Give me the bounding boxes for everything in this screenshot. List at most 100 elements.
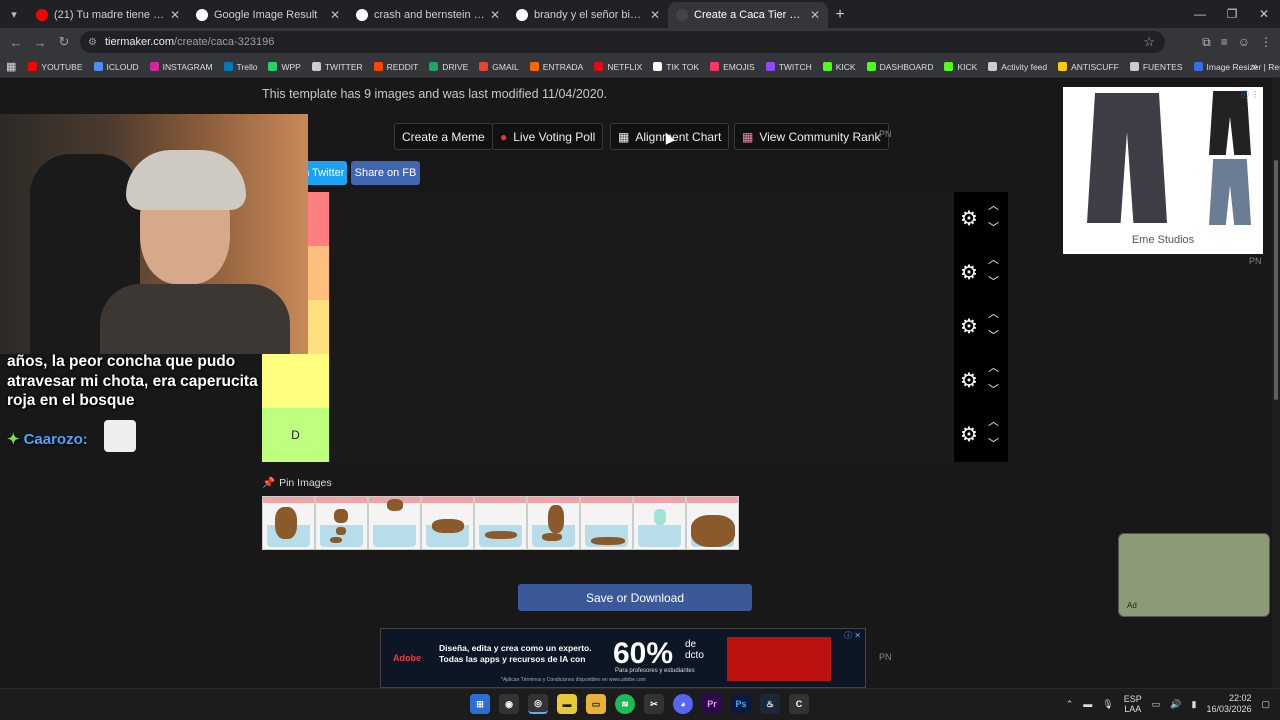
tier-item-image[interactable] [262,496,315,550]
bookmark-item[interactable]: ICLOUD [93,62,139,72]
capcut-icon[interactable]: ✂ [644,694,664,714]
tier-item-image[interactable] [580,496,633,550]
gear-icon[interactable]: ⚙ [960,260,978,285]
tab-close-icon[interactable]: ✕ [170,8,180,22]
tier-item-image[interactable] [421,496,474,550]
apps-icon[interactable]: ▦ [6,60,16,73]
profile-icon[interactable]: ☺ [1238,35,1250,50]
steam-icon[interactable]: ♨ [760,694,780,714]
page-scrollbar[interactable] [1272,78,1280,688]
bookmark-item[interactable]: GMAIL [479,62,519,72]
tier-item-image[interactable] [368,496,421,550]
tab-search-icon[interactable]: ▾ [0,0,28,28]
url-input[interactable]: ⚙ tiermaker.com/create/caca-323196 ☆ [80,31,1165,53]
community-rank-button[interactable]: ▦ View Community Rank [734,123,889,150]
tier-drop-zone[interactable] [329,192,954,246]
clock[interactable]: 22:02 16/03/2026 [1206,693,1251,715]
bookmark-item[interactable]: Activity feed [988,62,1047,72]
spotify-icon[interactable]: ≋ [615,694,635,714]
tier-item-image[interactable] [686,496,739,550]
bookmark-item[interactable]: INSTAGRAM [149,62,213,72]
tier-item-image[interactable] [633,496,686,550]
browser-tab[interactable]: (21) Tu madre tiene una polla - ✕ [28,2,188,28]
ad-choices-icon[interactable]: ⓘ ⋮ [1241,89,1259,100]
extensions-icon[interactable]: ⧉ [1202,35,1211,50]
share-fb-button[interactable]: Share on FB [351,161,420,185]
more-bookmarks-icon[interactable]: » [1252,61,1258,73]
reload-icon[interactable]: ↻ [52,34,76,50]
scrollbar-thumb[interactable] [1274,160,1278,400]
back-icon[interactable]: ← [4,35,28,50]
flag-icon[interactable]: ▬ [1083,699,1092,709]
bookmark-star-icon[interactable]: ☆ [1143,34,1155,50]
chevron-down-icon[interactable]: ﹀ [988,327,999,343]
live-voting-button[interactable]: ● Live Voting Poll [492,123,604,150]
chevron-up-icon[interactable]: ︿ [988,305,999,321]
gear-icon[interactable]: ⚙ [960,314,978,339]
obs-icon[interactable]: ◉ [499,694,519,714]
minimize-icon[interactable]: — [1184,0,1216,28]
browser-tab[interactable]: crash and bernstein - Buscar co ✕ [348,2,508,28]
browser-tab[interactable]: brandy y el señor bigotes - Busc ✕ [508,2,668,28]
chevron-down-icon[interactable]: ﹀ [988,381,999,397]
folder-icon[interactable]: ▭ [586,694,606,714]
bookmark-item[interactable]: Trello [223,62,257,72]
chevron-down-icon[interactable]: ﹀ [988,435,999,451]
discord-icon[interactable]: ◕ [673,694,693,714]
tier-item-image[interactable] [315,496,368,550]
tab-close-icon[interactable]: ✕ [490,8,500,22]
tier-drop-zone[interactable] [329,300,954,354]
pin-images-toggle[interactable]: 📌 Pin Images [262,476,332,489]
save-download-button[interactable]: Save or Download [518,584,752,611]
menu-icon[interactable]: ⋮ [1260,35,1272,50]
chevron-up-icon[interactable]: ︿ [988,251,999,267]
chevron-up-icon[interactable]: ︿ [988,413,999,429]
bookmark-item[interactable]: WPP [268,62,301,72]
photoshop-icon[interactable]: Ps [731,694,751,714]
mini-video-ad[interactable]: Ad [1118,533,1270,617]
bookmark-item[interactable]: TWITTER [311,62,363,72]
chevron-up-icon[interactable]: ︿ [988,197,999,213]
ad-bottom[interactable]: Adobe Diseña, edita y crea como un exper… [380,628,866,688]
gear-icon[interactable]: ⚙ [960,422,978,447]
tier-drop-zone[interactable] [329,354,954,408]
bookmark-item[interactable]: ANTISCUFF [1058,62,1119,72]
tier-item-image[interactable] [474,496,527,550]
language-indicator[interactable]: ESP LAA [1124,694,1142,714]
gear-icon[interactable]: ⚙ [960,368,978,393]
tab-close-icon[interactable]: ✕ [810,8,820,22]
ccleaner-icon[interactable]: C [789,694,809,714]
browser-tab[interactable]: Google Image Result ✕ [188,2,348,28]
chevron-down-icon[interactable]: ﹀ [988,273,999,289]
tier-label[interactable]: D [262,408,329,462]
battery-icon[interactable]: ▮ [1191,699,1196,710]
tier-item-image[interactable] [527,496,580,550]
bookmark-item[interactable]: Image Resizer | Resi... [1193,62,1280,72]
bookmark-item[interactable]: ENTRADA [529,62,583,72]
create-meme-button[interactable]: Create a Meme [394,123,493,150]
bookmark-item[interactable]: NETFLIX [594,62,642,72]
chevron-up-icon[interactable]: ︿ [988,359,999,375]
ad-right[interactable]: ⓘ ⋮ Eme Studios [1063,87,1263,254]
bookmark-item[interactable]: DRIVE [429,62,468,72]
bookmark-item[interactable]: YOUTUBE [28,62,83,72]
bookmark-item[interactable]: REDDIT [373,62,418,72]
bookmark-item[interactable]: KICK [822,62,856,72]
bookmark-item[interactable]: TIK TOK [653,62,699,72]
media-icon[interactable]: ≡ [1221,35,1228,50]
network-icon[interactable]: ▭ [1152,699,1161,710]
ad-bottom-choices-icon[interactable]: ⓘ ✕ [844,630,861,641]
bookmark-item[interactable]: FUENTES [1129,62,1183,72]
tray-overflow-icon[interactable]: ⌃ [1066,699,1074,710]
premiere-icon[interactable]: Pr [702,694,722,714]
gear-icon[interactable]: ⚙ [960,206,978,231]
chevron-down-icon[interactable]: ﹀ [988,219,999,235]
mic-icon[interactable]: 🎙 [1102,699,1113,710]
bookmark-item[interactable]: EMOJIS [710,62,755,72]
tab-close-icon[interactable]: ✕ [330,8,340,22]
site-info-icon[interactable]: ⚙ [88,37,97,48]
volume-icon[interactable]: 🔊 [1170,699,1181,710]
bookmark-item[interactable]: TWITCH [765,62,812,72]
chrome-icon[interactable]: ◎ [528,694,548,714]
bookmark-item[interactable]: KICK [944,62,977,72]
